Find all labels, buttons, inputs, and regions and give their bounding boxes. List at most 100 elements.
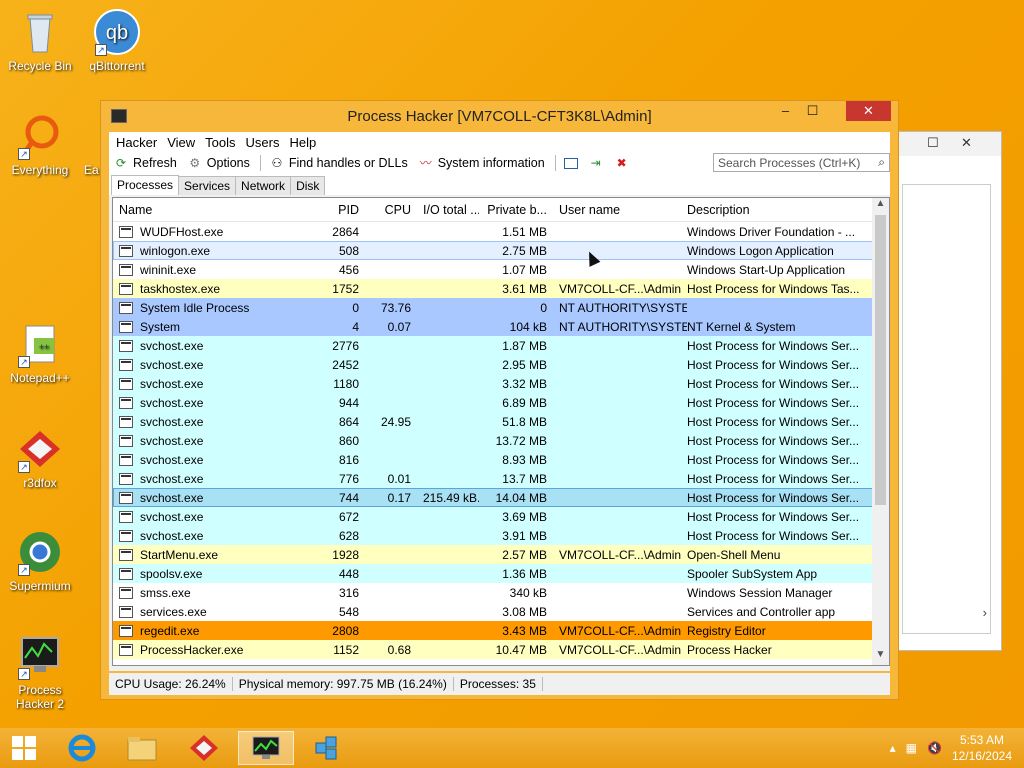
column-name[interactable]: Name bbox=[113, 203, 303, 217]
menu-hacker[interactable]: Hacker bbox=[111, 135, 162, 150]
taskbar-r3dfox[interactable] bbox=[176, 731, 232, 765]
column-description[interactable]: Description bbox=[687, 203, 861, 217]
taskbar-regedit[interactable] bbox=[300, 731, 356, 765]
tab-network[interactable]: Network bbox=[235, 176, 292, 195]
process-hacker-window[interactable]: Process Hacker [VM7COLL-CFT3K8L\Admin] –… bbox=[100, 100, 899, 700]
taskbar-internet-explorer[interactable] bbox=[54, 731, 110, 765]
desktop-icon-r3dfox[interactable]: ↗ r3dfox bbox=[0, 425, 80, 490]
close-button[interactable]: ✕ bbox=[846, 101, 891, 121]
table-row[interactable]: WUDFHost.exe 2864 1.51 MB Windows Driver Fo… bbox=[113, 222, 889, 241]
column-cpu[interactable]: CPU bbox=[359, 203, 415, 217]
table-row[interactable]: services.exe 548 3.08 MB Services and Contr… bbox=[113, 602, 889, 621]
process-icon bbox=[119, 225, 133, 238]
desktop-icon-label: Notepad++ bbox=[10, 371, 70, 385]
table-row[interactable]: svchost.exe 864 24.95 51.8 MB Host Process f… bbox=[113, 412, 889, 431]
table-row[interactable]: svchost.exe 776 0.01 13.7 MB Host Process fo… bbox=[113, 469, 889, 488]
clock[interactable]: 5:53 AM 12/16/2024 bbox=[952, 732, 1012, 764]
background-window-content bbox=[902, 184, 991, 634]
menu-tools[interactable]: Tools bbox=[200, 135, 240, 150]
r3dfox-icon bbox=[190, 735, 218, 761]
cell-name: svchost.exe bbox=[113, 472, 303, 486]
scroll-down-icon[interactable]: ▼ bbox=[872, 649, 889, 665]
table-row[interactable]: wininit.exe 456 1.07 MB Windows Start-Up Ap… bbox=[113, 260, 889, 279]
start-button[interactable] bbox=[0, 731, 48, 765]
cell-desc: Host Process for Windows Ser... bbox=[687, 452, 860, 467]
vertical-scrollbar[interactable]: ▲ ▼ bbox=[872, 198, 889, 665]
desktop-icon-notepadpp[interactable]: ++ ↗ Notepad++ bbox=[0, 320, 80, 385]
cell-pid: 1752 bbox=[332, 281, 359, 296]
show-hidden-icons[interactable]: ▴ bbox=[890, 741, 896, 755]
column-io-total[interactable]: I/O total ... bbox=[415, 203, 479, 217]
window-titlebar[interactable]: Process Hacker [VM7COLL-CFT3K8L\Admin] –… bbox=[101, 101, 898, 131]
desktop-icon-process-hacker[interactable]: ↗ Process Hacker 2 bbox=[0, 632, 80, 711]
refresh-label: Refresh bbox=[133, 156, 177, 170]
table-row[interactable]: svchost.exe 1180 3.32 MB Host Process for W… bbox=[113, 374, 889, 393]
maximize-button[interactable]: ☐ bbox=[799, 101, 826, 121]
column-pid[interactable]: PID bbox=[303, 203, 359, 217]
cell-desc: NT Kernel & System bbox=[687, 319, 796, 334]
process-list[interactable]: Name PID CPU I/O total ... Private b... … bbox=[112, 197, 890, 666]
menu-users[interactable]: Users bbox=[241, 135, 285, 150]
scroll-right-icon[interactable]: › bbox=[983, 605, 987, 620]
search-processes-input[interactable]: Search Processes (Ctrl+K) ⌕ bbox=[713, 153, 890, 172]
desktop-icon-recycle-bin[interactable]: Recycle Bin bbox=[0, 8, 80, 73]
menu-help[interactable]: Help bbox=[284, 135, 321, 150]
process-icon bbox=[119, 415, 133, 428]
background-window[interactable]: ☐ ✕ › bbox=[895, 131, 1002, 651]
menu-view[interactable]: View bbox=[162, 135, 200, 150]
table-row[interactable]: svchost.exe 816 8.93 MB Host Process for Wi… bbox=[113, 450, 889, 469]
system-information-button[interactable]: 〰 System information bbox=[418, 156, 545, 170]
minimize-button[interactable]: – bbox=[772, 101, 799, 121]
table-row[interactable]: svchost.exe 860 13.72 MB Host Process for W… bbox=[113, 431, 889, 450]
process-icon bbox=[119, 282, 133, 295]
cell-name: smss.exe bbox=[113, 586, 303, 600]
volume-muted-icon[interactable]: 🔇 bbox=[927, 741, 942, 755]
table-row[interactable]: smss.exe 316 340 kB Windows Session Manager bbox=[113, 583, 889, 602]
table-row[interactable]: ProcessHacker.exe 1152 0.68 10.47 MB VM7COLL… bbox=[113, 640, 889, 659]
table-row[interactable]: spoolsv.exe 448 1.36 MB Spooler SubSystem A… bbox=[113, 564, 889, 583]
table-row[interactable]: System Idle Process 0 73.76 0 NT AUTHORITY\S… bbox=[113, 298, 889, 317]
desktop-icon-qbittorrent[interactable]: qb ↗ qBittorrent bbox=[77, 8, 157, 73]
cell-cpu: 0.01 bbox=[387, 471, 411, 486]
show-window-button[interactable] bbox=[563, 157, 582, 169]
desktop-icon-partial[interactable]: Ea bbox=[52, 163, 100, 177]
find-handles-button[interactable]: ⚇ Find handles or DLLs bbox=[269, 156, 407, 170]
table-row[interactable]: regedit.exe 2808 3.43 MB VM7COLL-CF...\Admi… bbox=[113, 621, 889, 640]
tab-processes[interactable]: Processes bbox=[111, 175, 180, 195]
table-row[interactable]: svchost.exe 744 0.17 215.49 kB... 14.04 MB Ho… bbox=[113, 488, 889, 507]
table-row[interactable]: svchost.exe 2776 1.87 MB Host Process for W… bbox=[113, 336, 889, 355]
table-row[interactable]: System 4 0.07 104 kB NT AUTHORITY\SYSTEM NT K… bbox=[113, 317, 889, 336]
background-window-titlebar[interactable]: ☐ ✕ bbox=[896, 132, 1001, 156]
desktop-icon-supermium[interactable]: ↗ Supermium bbox=[0, 528, 80, 593]
cell-priv: 3.08 MB bbox=[502, 604, 547, 619]
go-to-window-button[interactable]: ⇥ bbox=[588, 156, 608, 170]
table-row[interactable]: svchost.exe 628 3.91 MB Host Process for Wi… bbox=[113, 526, 889, 545]
registry-editor-icon bbox=[315, 736, 337, 760]
taskbar-process-hacker[interactable] bbox=[238, 731, 294, 765]
terminate-button[interactable]: ✖ bbox=[614, 156, 634, 170]
cell-user: VM7COLL-CF...\Admin bbox=[559, 642, 682, 657]
tab-services[interactable]: Services bbox=[178, 176, 237, 195]
column-private-bytes[interactable]: Private b... bbox=[479, 203, 547, 217]
options-button[interactable]: ⚙ Options bbox=[187, 156, 249, 170]
table-row[interactable]: svchost.exe 2452 2.95 MB Host Process for W… bbox=[113, 355, 889, 374]
scroll-up-icon[interactable]: ▲ bbox=[872, 198, 889, 214]
cell-pid: 2808 bbox=[332, 623, 359, 638]
scrollbar-thumb[interactable] bbox=[875, 215, 886, 505]
table-row[interactable]: svchost.exe 944 6.89 MB Host Process for Wi… bbox=[113, 393, 889, 412]
table-row[interactable]: StartMenu.exe 1928 2.57 MB VM7COLL-CF...\Ad… bbox=[113, 545, 889, 564]
cell-priv: 6.89 MB bbox=[502, 395, 547, 410]
tab-disk[interactable]: Disk bbox=[290, 176, 326, 195]
cell-name: svchost.exe bbox=[113, 339, 303, 353]
refresh-button[interactable]: ⟳ Refresh bbox=[113, 156, 177, 170]
taskbar-file-explorer[interactable] bbox=[114, 731, 170, 765]
table-row[interactable]: winlogon.exe 508 2.75 MB Windows Logon Appl… bbox=[113, 241, 889, 260]
close-icon[interactable]: ✕ bbox=[961, 135, 972, 151]
column-user-name[interactable]: User name bbox=[547, 203, 687, 217]
cell-desc: Windows Session Manager bbox=[687, 585, 833, 600]
table-row[interactable]: svchost.exe 672 3.69 MB Host Process for Wi… bbox=[113, 507, 889, 526]
cell-cpu: 0.17 bbox=[387, 490, 411, 505]
maximize-icon[interactable]: ☐ bbox=[927, 135, 939, 151]
table-row[interactable]: taskhostex.exe 1752 3.61 MB VM7COLL-CF...\A… bbox=[113, 279, 889, 298]
network-icon[interactable]: ▦ bbox=[906, 741, 917, 755]
